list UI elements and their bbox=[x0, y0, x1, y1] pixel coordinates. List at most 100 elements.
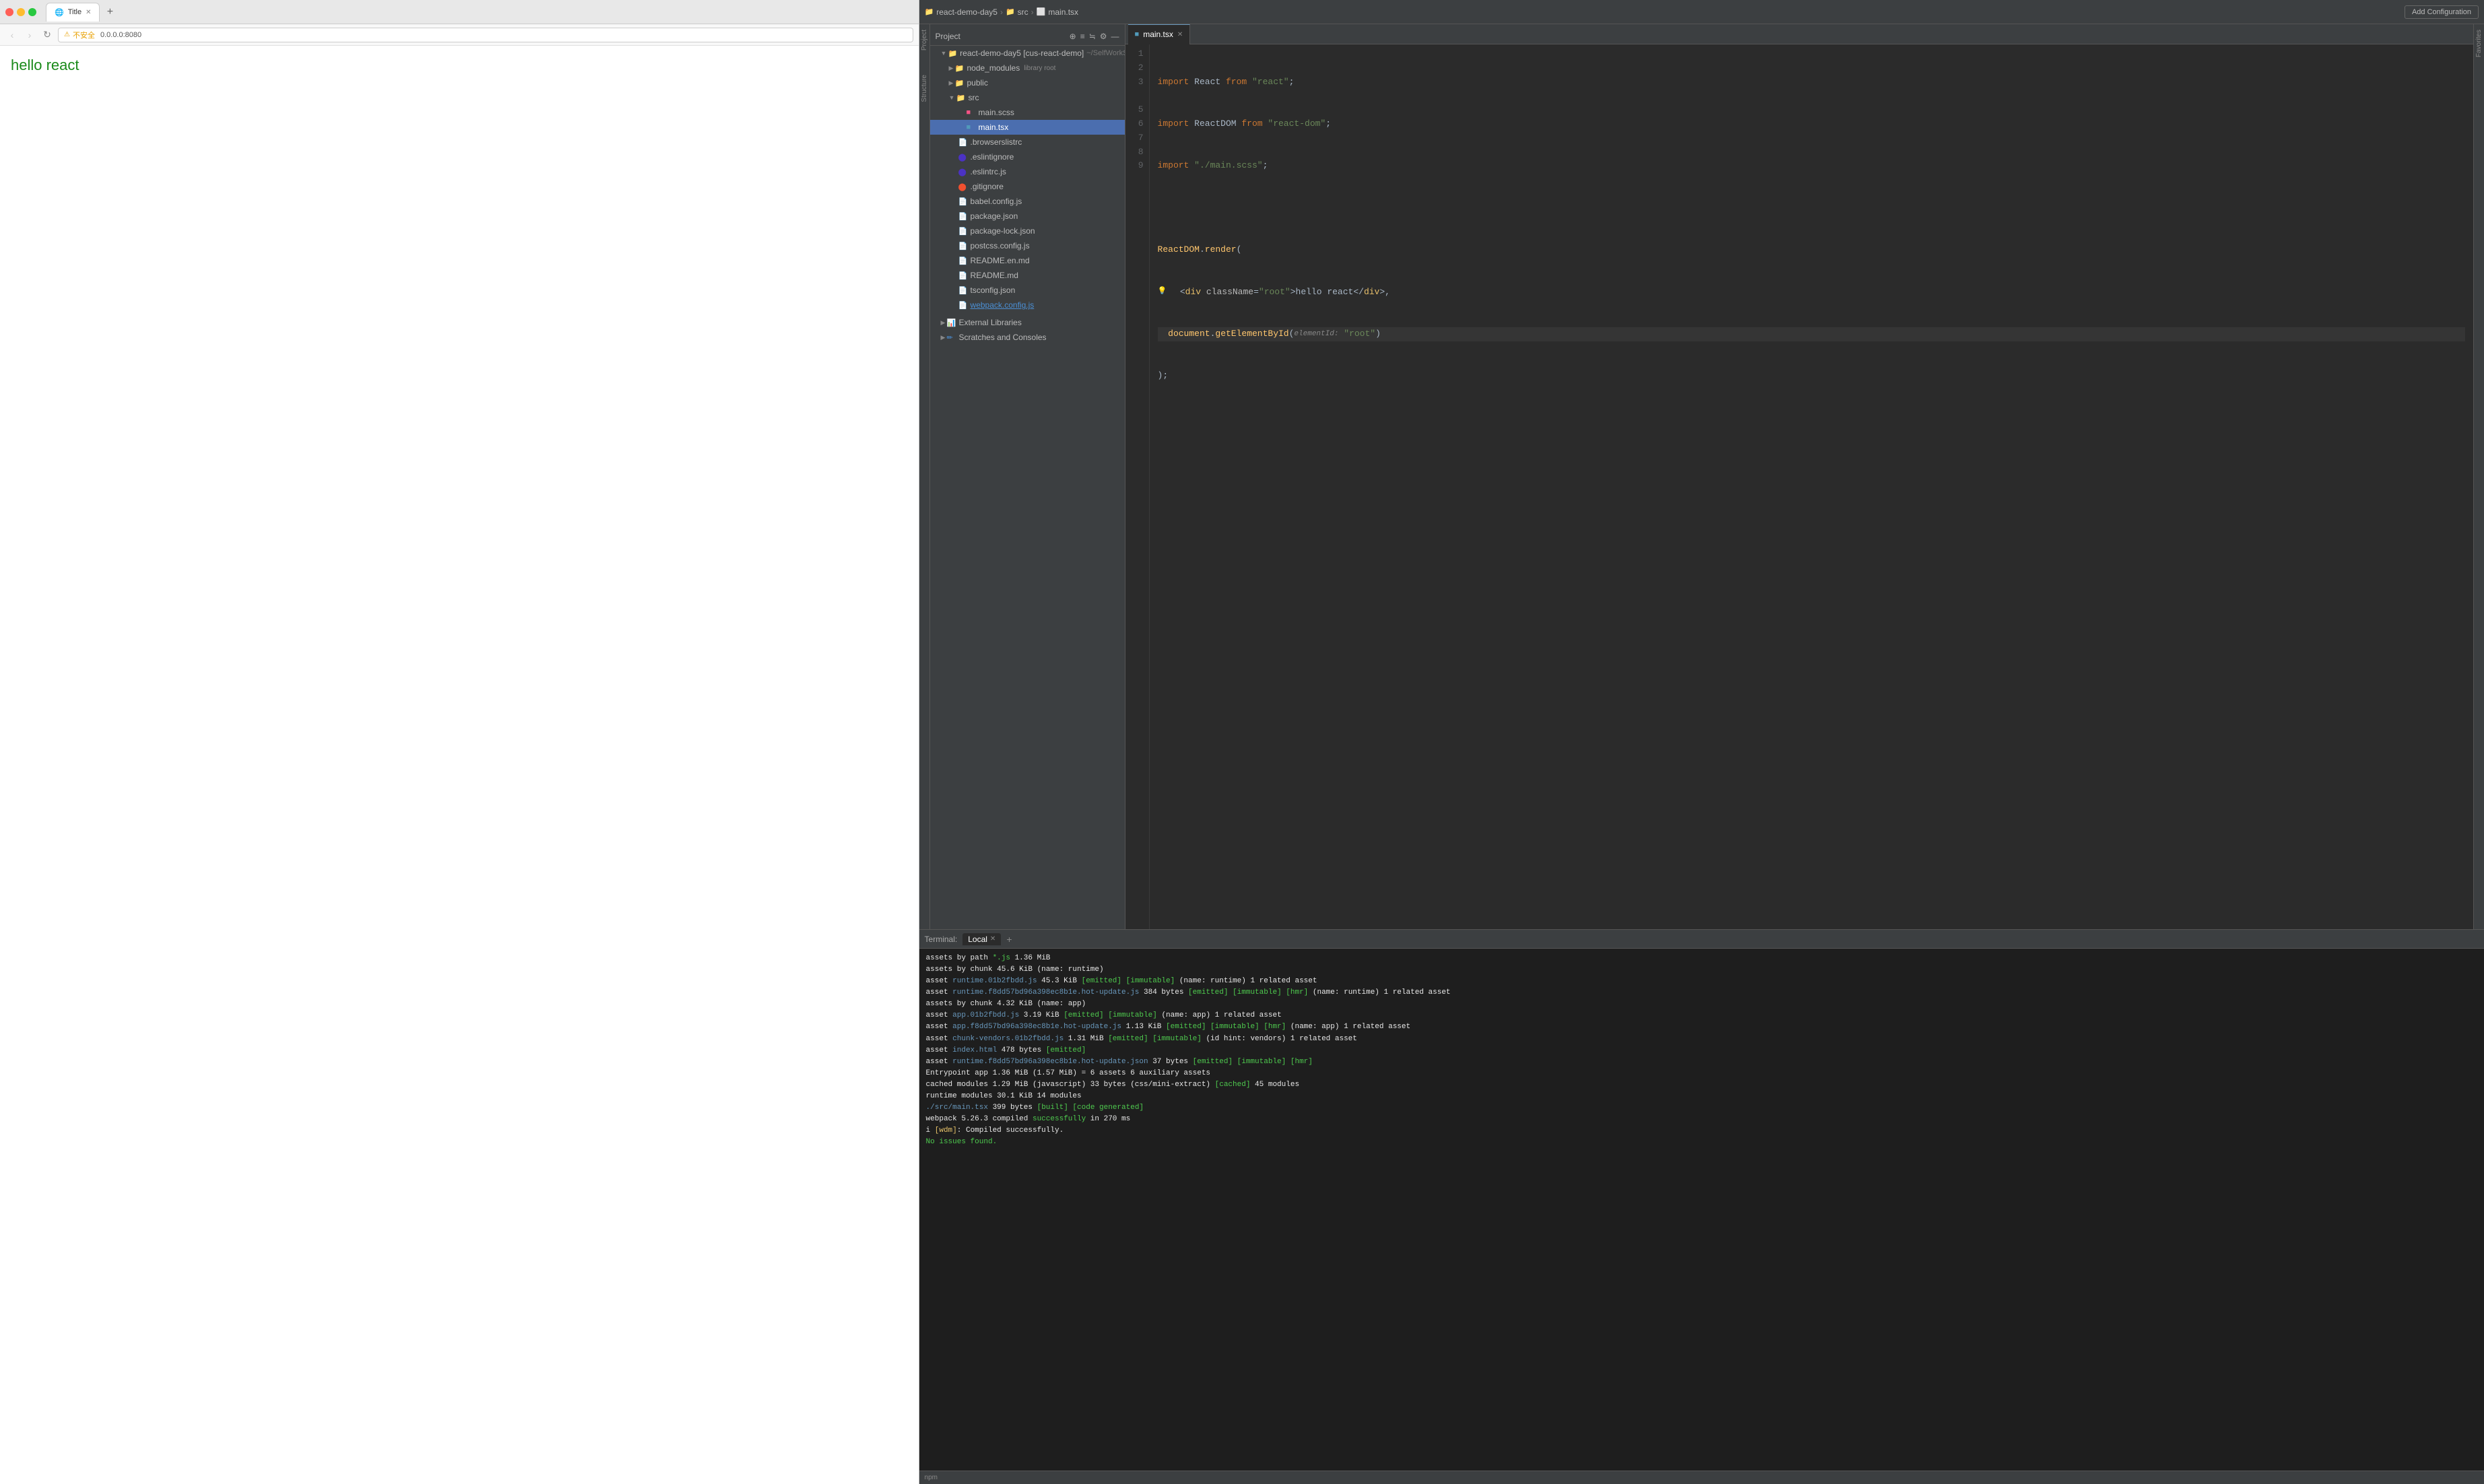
close-button[interactable] bbox=[5, 8, 13, 16]
terminal-tab-local[interactable]: Local ✕ bbox=[962, 933, 1001, 945]
terminal-tabs: Terminal: Local ✕ + bbox=[919, 930, 2484, 949]
terminal-new-tab-button[interactable]: + bbox=[1006, 934, 1012, 945]
reload-button[interactable]: ↻ bbox=[40, 28, 54, 42]
eslintrc-icon: ⬤ bbox=[958, 168, 968, 176]
hello-react-text: hello react bbox=[11, 57, 908, 74]
main-scss-name: main.scss bbox=[979, 108, 1014, 117]
browser-nav: ‹ › ↻ ⚠ 不安全 0.0.0.0:8080 bbox=[0, 24, 919, 46]
favorites-side-label[interactable]: Favorites bbox=[2474, 24, 2484, 63]
terminal-tab-name: Local bbox=[968, 935, 987, 944]
toolbar-icon-settings[interactable]: ⚙ bbox=[1100, 32, 1107, 41]
tree-item-readme[interactable]: 📄 README.md bbox=[930, 268, 1125, 283]
terminal-tab-close-icon[interactable]: ✕ bbox=[990, 935, 995, 943]
tree-item-gitignore[interactable]: ⬤ .gitignore bbox=[930, 179, 1125, 194]
toolbar-icon-minimize[interactable]: — bbox=[1111, 32, 1119, 41]
tree-item-main-scss[interactable]: ■ main.scss bbox=[930, 105, 1125, 120]
line-numbers: 1 2 3 5 6 7 8 9 bbox=[1125, 44, 1150, 929]
breadcrumb-sep-2: › bbox=[1031, 7, 1034, 17]
address-text: 0.0.0.0:8080 bbox=[100, 31, 141, 39]
postcss-icon: 📄 bbox=[958, 242, 968, 250]
package-json-icon: 📄 bbox=[958, 212, 968, 221]
ide-header: 📁 react-demo-day5 › 📁 src › ⬜ main.tsx A… bbox=[919, 0, 2484, 24]
babel-icon: 📄 bbox=[958, 197, 968, 206]
editor-tab-close-icon[interactable]: ✕ bbox=[1177, 31, 1183, 38]
toolbar-icon-sort[interactable]: ≒ bbox=[1089, 32, 1096, 41]
terminal-content[interactable]: assets by path *.js 1.36 MiB assets by c… bbox=[919, 949, 2484, 1471]
tree-item-tsconfig[interactable]: 📄 tsconfig.json bbox=[930, 283, 1125, 298]
toolbar-icon-filter[interactable]: ≡ bbox=[1080, 32, 1085, 41]
add-configuration-button[interactable]: Add Configuration bbox=[2405, 5, 2479, 19]
maximize-button[interactable] bbox=[28, 8, 36, 16]
tree-item-webpack[interactable]: 📄 webpack.config.js bbox=[930, 298, 1125, 312]
ide-breadcrumb: 📁 react-demo-day5 › 📁 src › ⬜ main.tsx bbox=[925, 7, 1079, 17]
code-line-6: 💡 <div className="root">hello react</div… bbox=[1158, 285, 2465, 300]
forward-button[interactable]: › bbox=[23, 28, 36, 42]
tree-item-node-modules[interactable]: ▶ 📁 node_modules library root bbox=[930, 61, 1125, 75]
structure-side-tab[interactable]: Structure bbox=[919, 69, 929, 108]
minimize-button[interactable] bbox=[17, 8, 25, 16]
terminal-area: Terminal: Local ✕ + assets by path *.js … bbox=[919, 929, 2484, 1484]
terminal-label: Terminal: bbox=[925, 935, 958, 944]
main-tsx-name: main.tsx bbox=[979, 123, 1009, 132]
browser-tab[interactable]: 🌐 Title ✕ bbox=[46, 3, 100, 22]
terminal-line-14: ./src/main.tsx 399 bytes [built] [code g… bbox=[926, 1102, 2477, 1114]
tree-item-eslintignore[interactable]: ⬤ .eslintignore bbox=[930, 149, 1125, 164]
back-button[interactable]: ‹ bbox=[5, 28, 19, 42]
readme-name: README.md bbox=[971, 271, 1018, 280]
tsx-file-icon: ■ bbox=[967, 123, 976, 131]
tree-item-eslintrc[interactable]: ⬤ .eslintrc.js bbox=[930, 164, 1125, 179]
ide-path-file: main.tsx bbox=[1048, 7, 1078, 17]
browser-pane: 🌐 Title ✕ + ‹ › ↻ ⚠ 不安全 0.0.0.0:8080 bbox=[0, 0, 919, 1484]
eslintignore-icon: ⬤ bbox=[958, 153, 968, 162]
code-line-9 bbox=[1158, 411, 2465, 426]
address-prefix: 不安全 bbox=[73, 30, 95, 40]
root-name: react-demo-day5 [cus-react-demo] bbox=[960, 48, 1084, 58]
terminal-line-7: asset app.f8dd57bd96a398ec8b1e.hot-updat… bbox=[926, 1021, 2477, 1033]
code-line-2: import ReactDOM from "react-dom"; bbox=[1158, 117, 2465, 131]
tree-item-postcss[interactable]: 📄 postcss.config.js bbox=[930, 238, 1125, 253]
tree-item-scratches[interactable]: ▶ ✏ Scratches and Consoles bbox=[930, 330, 1125, 345]
tree-toolbar-label: Project bbox=[936, 32, 960, 41]
ide-header-left: 📁 react-demo-day5 › 📁 src › ⬜ main.tsx bbox=[925, 7, 1079, 17]
browserslistrc-icon: 📄 bbox=[958, 138, 968, 147]
editor-tab-main-tsx[interactable]: ■ main.tsx ✕ bbox=[1128, 24, 1191, 44]
package-json-name: package.json bbox=[971, 211, 1018, 221]
toolbar-icon-globe[interactable]: ⊕ bbox=[1070, 32, 1076, 41]
tree-item-package-json[interactable]: 📄 package.json bbox=[930, 209, 1125, 224]
ide-pane: 📁 react-demo-day5 › 📁 src › ⬜ main.tsx A… bbox=[919, 0, 2484, 1484]
tree-item-readme-en[interactable]: 📄 README.en.md bbox=[930, 253, 1125, 268]
app-container: 🌐 Title ✕ + ‹ › ↻ ⚠ 不安全 0.0.0.0:8080 bbox=[0, 0, 2484, 1484]
node-modules-badge: library root bbox=[1024, 65, 1055, 72]
breadcrumb-sep-1: › bbox=[1000, 7, 1003, 17]
new-tab-button[interactable]: + bbox=[102, 5, 117, 20]
node-modules-chevron: ▶ bbox=[949, 65, 954, 72]
terminal-line-10: asset runtime.f8dd57bd96a398ec8b1e.hot-u… bbox=[926, 1056, 2477, 1068]
tsconfig-icon: 📄 bbox=[958, 286, 968, 295]
ext-libs-chevron: ▶ bbox=[941, 319, 946, 327]
tree-item-external-libs[interactable]: ▶ 📊 External Libraries bbox=[930, 315, 1125, 330]
tab-close-icon[interactable]: ✕ bbox=[86, 9, 91, 16]
traffic-lights bbox=[5, 8, 36, 16]
address-bar[interactable]: ⚠ 不安全 0.0.0.0:8080 bbox=[58, 28, 913, 42]
tree-item-babel[interactable]: 📄 babel.config.js bbox=[930, 194, 1125, 209]
tree-root-item[interactable]: ▼ 📁 react-demo-day5 [cus-react-demo] ~/S… bbox=[930, 46, 1125, 61]
tree-item-main-tsx[interactable]: ■ main.tsx bbox=[930, 120, 1125, 135]
ext-libs-name: External Libraries bbox=[958, 318, 1021, 327]
readme-icon: 📄 bbox=[958, 271, 968, 280]
public-folder-icon: 📁 bbox=[954, 79, 964, 88]
tree-item-src[interactable]: ▼ 📁 src bbox=[930, 90, 1125, 105]
tsconfig-name: tsconfig.json bbox=[971, 285, 1016, 295]
gitignore-name: .gitignore bbox=[971, 182, 1004, 191]
code-line-1: import React from "react"; bbox=[1158, 75, 2465, 90]
tab-title: Title bbox=[68, 8, 81, 16]
tree-item-browserslistrc[interactable]: 📄 .browserslistrc bbox=[930, 135, 1125, 149]
root-path: ~/SelfWorkSpace/react bbox=[1086, 49, 1125, 57]
code-editor[interactable]: import React from "react"; import ReactD… bbox=[1150, 44, 2473, 929]
editor-content[interactable]: 1 2 3 5 6 7 8 9 import Re bbox=[1125, 44, 2473, 929]
browserslistrc-name: .browserslistrc bbox=[971, 137, 1022, 147]
ide-body: Project Structure Project ⊕ ≡ ≒ ⚙ bbox=[919, 24, 2484, 929]
project-side-tab[interactable]: Project bbox=[919, 24, 929, 56]
tree-item-package-lock[interactable]: 📄 package-lock.json bbox=[930, 224, 1125, 238]
tree-item-public[interactable]: ▶ 📁 public bbox=[930, 75, 1125, 90]
terminal-line-12: cached modules 1.29 MiB (javascript) 33 … bbox=[926, 1079, 2477, 1091]
